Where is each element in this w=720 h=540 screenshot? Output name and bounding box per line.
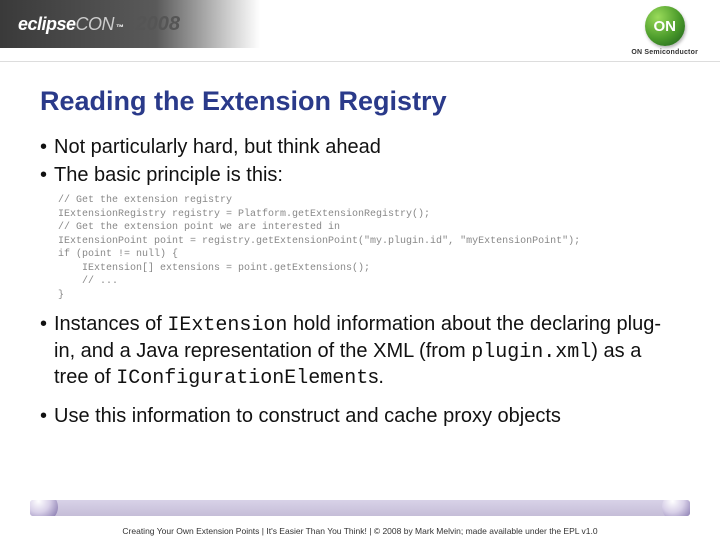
bullet-text: Not particularly hard, but think ahead [54, 135, 680, 161]
slide-content: • Not particularly hard, but think ahead… [40, 135, 680, 430]
conference-year: 2008 [136, 13, 181, 36]
bullet-dot-icon: • [40, 163, 54, 189]
on-ball-icon: ON [645, 6, 685, 46]
header-gradient: eclipseCON™ 2008 [0, 0, 260, 48]
footer-text: Creating Your Own Extension Points | It'… [0, 526, 720, 536]
text-fragment: Instances of [54, 313, 167, 335]
code-inline: IExtension [167, 314, 287, 337]
bullet-text: The basic principle is this: [54, 163, 680, 189]
orb-icon [30, 500, 58, 516]
logo-sub: CON [76, 14, 115, 35]
footer-bar [30, 500, 690, 516]
text-fragment: s. [368, 366, 384, 388]
bullet-item: • Use this information to construct and … [40, 404, 680, 430]
on-sub-label: ON Semiconductor [631, 49, 698, 56]
bullet-dot-icon: • [40, 312, 54, 392]
bullet-item: • Instances of IExtension hold informati… [40, 312, 680, 392]
code-inline: IConfigurationElement [116, 367, 368, 390]
bullet-text: Use this information to construct and ca… [54, 404, 680, 430]
bullet-item: • The basic principle is this: [40, 163, 680, 189]
orb-icon [662, 500, 690, 516]
footer-decoration [0, 500, 720, 522]
bullet-item: • Not particularly hard, but think ahead [40, 135, 680, 161]
code-snippet: // Get the extension registry IExtension… [58, 194, 680, 302]
bullet-text: Instances of IExtension hold information… [54, 312, 680, 392]
bullet-dot-icon: • [40, 135, 54, 161]
eclipsecon-logo: eclipseCON™ [18, 14, 124, 35]
logo-tm: ™ [116, 23, 124, 32]
code-inline: plugin.xml [471, 341, 591, 364]
logo-main: eclipse [18, 14, 76, 35]
on-semiconductor-logo: ON ON Semiconductor [631, 6, 698, 56]
slide-title: Reading the Extension Registry [40, 86, 720, 117]
on-ball-label: ON [653, 18, 676, 35]
bullet-dot-icon: • [40, 404, 54, 430]
slide-header: eclipseCON™ 2008 ON ON Semiconductor [0, 0, 720, 62]
